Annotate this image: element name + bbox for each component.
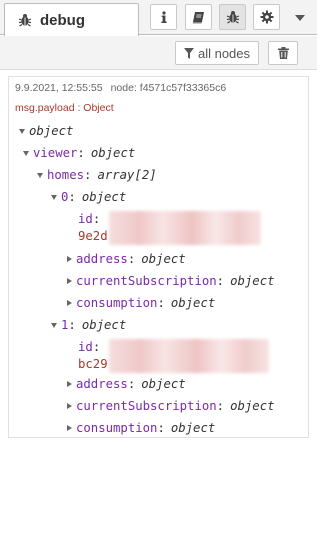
help-tab-button[interactable] <box>185 4 212 30</box>
expanded-caret-icon <box>23 150 29 156</box>
tree-type: object <box>230 274 275 288</box>
expanded-caret-icon <box>37 172 43 178</box>
tree-key: consumption <box>76 421 158 435</box>
collapsed-caret-icon <box>67 300 72 306</box>
tree-node-homes[interactable]: homes: array[2] <box>37 166 157 184</box>
debug-toolbar: all nodes <box>0 36 317 70</box>
message-timestamp: 9.9.2021, 12:55:55 <box>15 82 103 94</box>
collapsed-caret-icon <box>67 381 72 387</box>
tree-node-item-0[interactable]: 0: object <box>51 188 126 206</box>
message-topic: msg.payload : Object <box>15 102 114 114</box>
debug-tab-button[interactable] <box>219 4 246 30</box>
debug-message: 9.9.2021, 12:55:55 node: f4571c57f33365c6… <box>8 76 309 438</box>
tree-key: viewer <box>33 146 78 160</box>
expanded-caret-icon <box>51 194 57 200</box>
tree-key: currentSubscription <box>76 274 217 288</box>
tree-type: object <box>141 252 186 266</box>
expanded-caret-icon <box>51 322 57 328</box>
tree-key: homes <box>47 168 85 182</box>
tree-leaf-id-0-value[interactable]: 9e2d <box>78 227 108 245</box>
info-icon <box>160 10 167 23</box>
gear-icon <box>260 10 273 24</box>
tree-type: object <box>230 399 275 413</box>
tree-node-viewer[interactable]: viewer: object <box>23 144 135 162</box>
tree-node-subscription-1[interactable]: currentSubscription: object <box>67 397 275 415</box>
collapsed-caret-icon <box>67 403 72 409</box>
id-value-prefix: 9e2d <box>78 229 108 243</box>
book-icon <box>192 11 204 23</box>
message-node-id[interactable]: node: f4571c57f33365c6 <box>111 82 227 94</box>
tree-type: object <box>81 190 127 204</box>
message-meta: 9.9.2021, 12:55:55 node: f4571c57f33365c6 <box>15 82 226 94</box>
tree-type: array[2] <box>97 168 157 182</box>
redacted-id-0 <box>109 211 261 245</box>
tree-node-address-0[interactable]: address: object <box>67 250 186 268</box>
tree-node-consumption-0[interactable]: consumption: object <box>67 294 215 312</box>
tree-root-type: object <box>29 124 74 138</box>
tree-key: currentSubscription <box>76 399 217 413</box>
trash-icon <box>277 47 289 59</box>
tree-key: consumption <box>76 296 158 310</box>
tree-key: 1 <box>61 318 69 332</box>
collapsed-caret-icon <box>67 425 72 431</box>
expanded-caret-icon <box>19 128 25 134</box>
collapsed-caret-icon <box>67 278 72 284</box>
tree-key: id <box>78 340 93 354</box>
tree-node-item-1[interactable]: 1: object <box>51 316 126 334</box>
tab-menu-button[interactable] <box>292 10 308 26</box>
tree-node-consumption-1[interactable]: consumption: object <box>67 419 215 437</box>
tree-node-address-1[interactable]: address: object <box>67 375 186 393</box>
tree-type: object <box>170 421 216 435</box>
collapsed-caret-icon <box>67 256 72 262</box>
filter-nodes-label: all nodes <box>197 45 251 61</box>
tab-debug-label: debug <box>40 11 85 29</box>
tab-debug[interactable]: debug <box>4 3 139 36</box>
tree-type: object <box>90 146 136 160</box>
filter-nodes-button[interactable]: all nodes <box>175 41 259 65</box>
bug-icon <box>226 11 239 24</box>
config-tab-button[interactable] <box>253 4 280 30</box>
tree-key: address <box>76 377 128 391</box>
tree-key: 0 <box>61 190 69 204</box>
id-value-prefix: bc29 <box>78 357 108 371</box>
info-tab-button[interactable] <box>150 4 177 30</box>
tree-root-toggle[interactable]: object <box>19 122 73 140</box>
chevron-down-icon <box>295 15 305 21</box>
tree-type: object <box>141 377 186 391</box>
bug-icon <box>18 14 32 27</box>
tree-type: object <box>170 296 216 310</box>
tree-node-subscription-0[interactable]: currentSubscription: object <box>67 272 275 290</box>
tree-key: address <box>76 252 128 266</box>
tree-key: id <box>78 212 93 226</box>
tree-leaf-id-1[interactable]: id: <box>78 338 100 356</box>
tree-type: object <box>81 318 127 332</box>
redacted-id-1 <box>109 339 269 373</box>
clear-messages-button[interactable] <box>268 41 298 65</box>
tree-leaf-id-0[interactable]: id: <box>78 210 100 228</box>
tree-leaf-id-1-value[interactable]: bc29 <box>78 355 108 373</box>
filter-icon <box>183 47 194 59</box>
sidebar-tab-bar: debug <box>0 0 317 36</box>
